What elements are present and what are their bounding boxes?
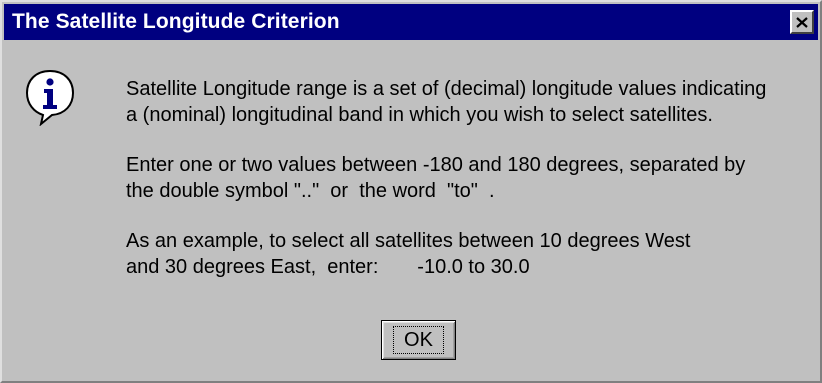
- info-icon: [25, 69, 75, 126]
- message-line: a (nominal) longitudinal band in which y…: [126, 104, 713, 126]
- ok-button-label: OK: [393, 326, 444, 354]
- message-line: and 30 degrees East, enter: -10.0 to 30.…: [126, 256, 530, 278]
- message-line: the double symbol ".." or the word "to" …: [126, 180, 495, 202]
- message-line: As an example, to select all satellites …: [126, 230, 691, 252]
- close-icon: [796, 16, 808, 28]
- title-bar[interactable]: The Satellite Longitude Criterion: [4, 4, 818, 40]
- window-title: The Satellite Longitude Criterion: [12, 10, 340, 33]
- message-paragraph-description: Satellite Longitude range is a set of (d…: [126, 76, 806, 128]
- close-button[interactable]: [790, 10, 814, 34]
- message-paragraph-example: As an example, to select all satellites …: [126, 228, 806, 280]
- message-line: Enter one or two values between -180 and…: [126, 154, 746, 176]
- message-dialog: The Satellite Longitude Criterion Satell…: [0, 0, 822, 383]
- message-line: Satellite Longitude range is a set of (d…: [126, 78, 767, 100]
- ok-button[interactable]: OK: [381, 320, 456, 360]
- message-text: Satellite Longitude range is a set of (d…: [126, 76, 806, 304]
- message-paragraph-instructions: Enter one or two values between -180 and…: [126, 152, 806, 204]
